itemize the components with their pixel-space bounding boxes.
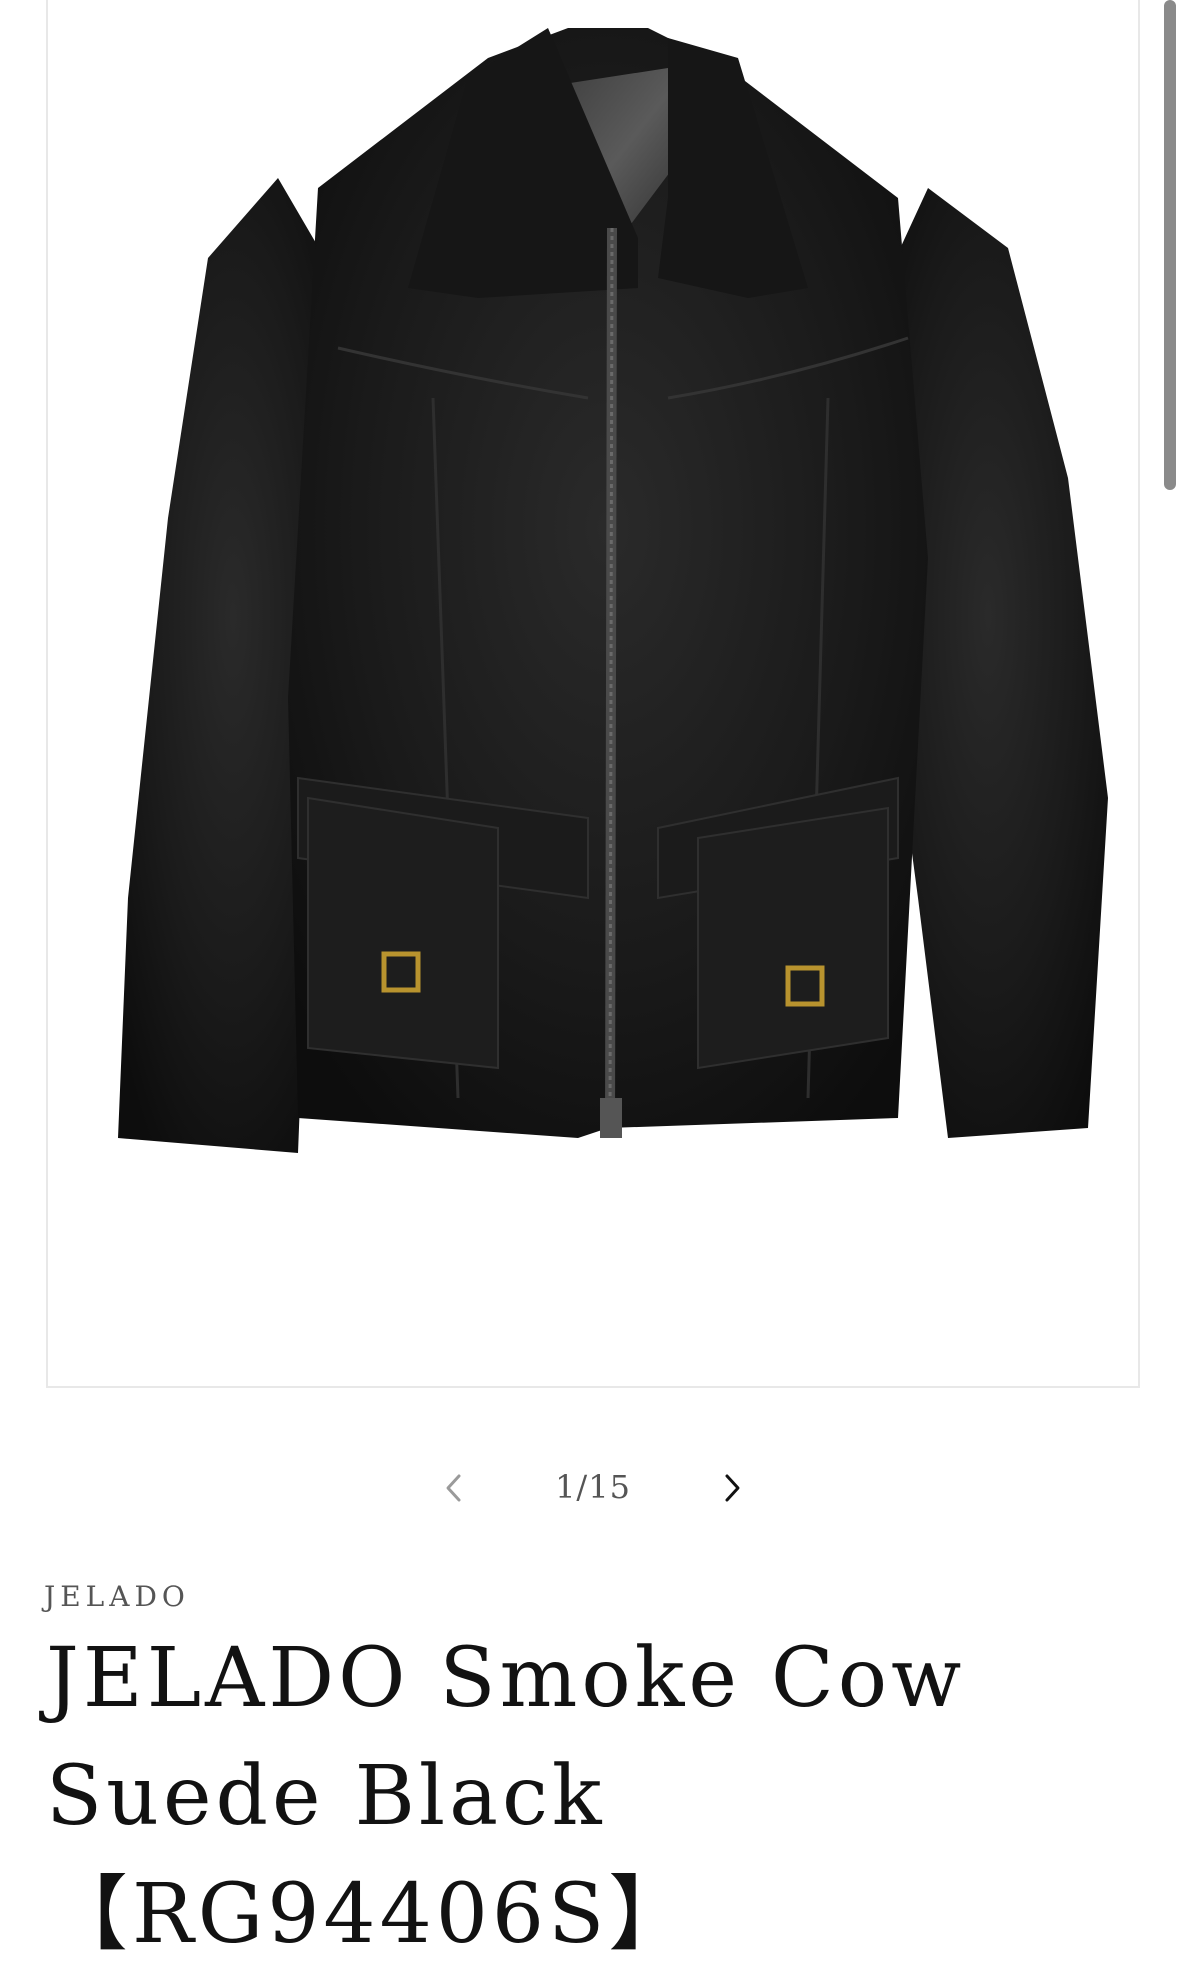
product-image[interactable]	[48, 0, 1138, 1386]
scrollbar-thumb[interactable]	[1164, 0, 1176, 490]
chevron-right-icon	[725, 1474, 740, 1502]
slider-next-button[interactable]	[702, 1458, 762, 1518]
chevron-left-icon	[446, 1474, 461, 1502]
slider-counter: 1/15	[555, 1468, 631, 1506]
product-media-frame	[46, 0, 1140, 1388]
product-vendor: JELADO	[44, 1580, 190, 1613]
slider-prev-button[interactable]	[424, 1458, 484, 1518]
slider-controls: 1/15	[0, 1448, 1179, 1528]
product-title: JELADO Smoke Cow Suede Black 【RG94406S】	[46, 1631, 966, 1962]
scrollbar[interactable]	[1157, 0, 1179, 1973]
